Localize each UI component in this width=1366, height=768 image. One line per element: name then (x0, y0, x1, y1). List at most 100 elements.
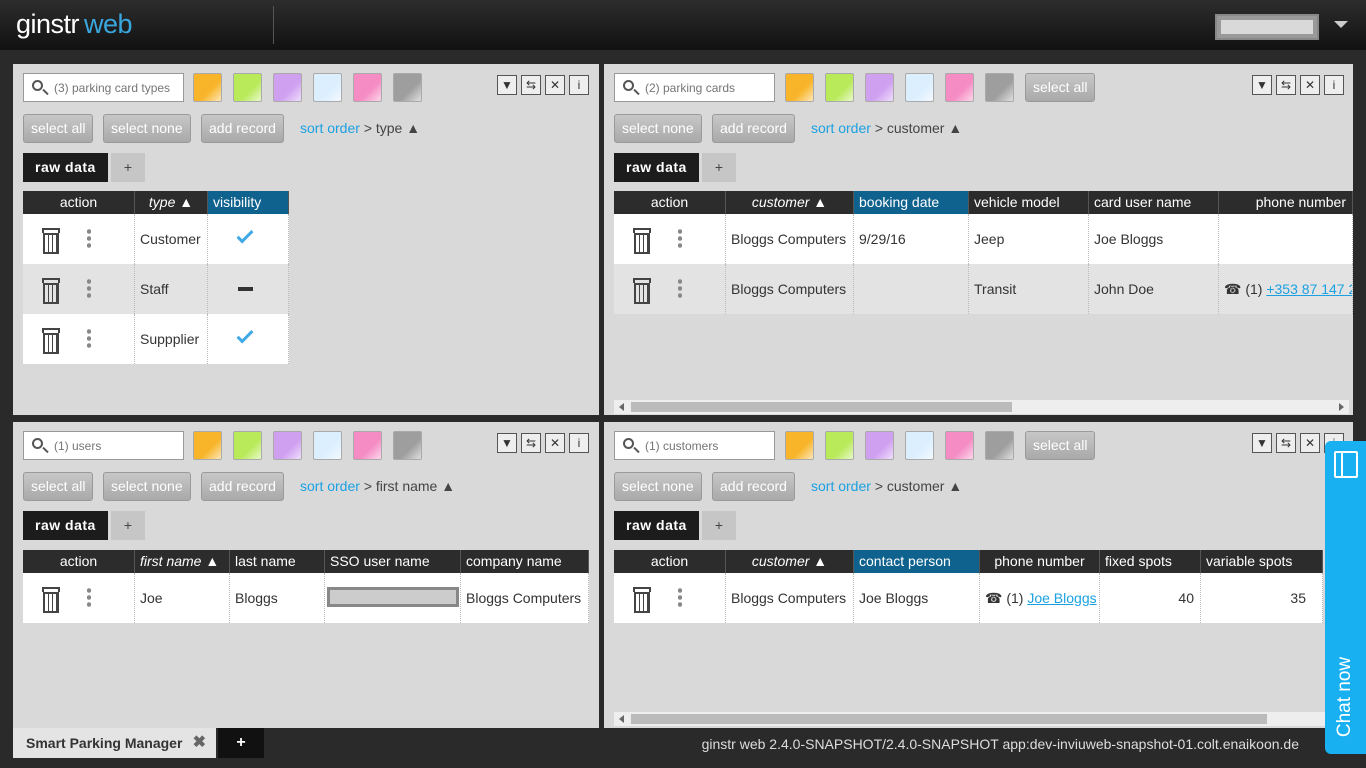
column-header-last-name[interactable]: last name (230, 550, 325, 573)
filter-icon[interactable]: ▼ (1252, 75, 1272, 95)
select-all-button[interactable]: select all (23, 114, 94, 143)
add-tab-button[interactable]: + (702, 153, 736, 182)
scroll-thumb[interactable] (631, 714, 1267, 724)
search-field[interactable] (614, 431, 775, 460)
filter-icon[interactable]: ▼ (497, 433, 517, 453)
column-header-customer[interactable]: customer ▲ (726, 550, 854, 573)
table-row[interactable] (23, 214, 135, 264)
horizontal-scrollbar[interactable] (614, 400, 1349, 414)
color-filter-gray[interactable] (985, 73, 1014, 102)
search-field[interactable] (23, 73, 184, 102)
close-icon[interactable]: ✕ (545, 433, 565, 453)
app-logo[interactable]: ginstr web (16, 9, 133, 40)
add-tab-button[interactable]: + (111, 153, 145, 182)
close-icon[interactable]: ✕ (1300, 433, 1320, 453)
color-filter-lightblue[interactable] (313, 73, 342, 102)
column-header-vehicle-model[interactable]: vehicle model (969, 191, 1089, 214)
color-filter-purple[interactable] (865, 73, 894, 102)
trash-icon[interactable] (41, 278, 60, 304)
table-row[interactable] (23, 573, 135, 623)
trash-icon[interactable] (632, 228, 651, 254)
trash-icon[interactable] (632, 278, 651, 304)
sort-order-link[interactable]: sort order (811, 478, 871, 494)
scroll-left-icon[interactable] (619, 403, 624, 411)
add-tab-button[interactable]: + (702, 511, 736, 540)
swap-icon[interactable]: ⇆ (521, 433, 541, 453)
color-filter-lightblue[interactable] (313, 431, 342, 460)
info-icon[interactable]: i (569, 433, 589, 453)
swap-icon[interactable]: ⇆ (1276, 433, 1296, 453)
column-header-phone-number[interactable]: phone number (1219, 191, 1353, 214)
app-tab[interactable]: Smart Parking Manager ✖ (13, 728, 216, 758)
color-filter-pink[interactable] (945, 431, 974, 460)
trash-icon[interactable] (41, 228, 60, 254)
add-record-button[interactable]: add record (712, 472, 795, 501)
add-record-button[interactable]: add record (712, 114, 795, 143)
color-filter-gray[interactable] (985, 431, 1014, 460)
search-input[interactable] (645, 437, 770, 455)
user-menu[interactable] (1215, 14, 1319, 40)
column-header-action[interactable]: action (614, 550, 726, 573)
filter-icon[interactable]: ▼ (1252, 433, 1272, 453)
color-filter-pink[interactable] (353, 73, 382, 102)
tab-raw-data[interactable]: raw data (23, 153, 108, 182)
color-filter-gray[interactable] (393, 73, 422, 102)
column-header-contact-person[interactable]: contact person (854, 550, 980, 573)
more-options-icon[interactable] (87, 278, 91, 298)
more-options-icon[interactable] (87, 587, 91, 607)
color-filter-orange[interactable] (193, 73, 222, 102)
column-header-type[interactable]: type ▲ (135, 191, 208, 214)
select-none-button[interactable]: select none (614, 472, 702, 501)
color-filter-pink[interactable] (945, 73, 974, 102)
add-tab-button[interactable]: + (111, 511, 145, 540)
color-filter-green[interactable] (825, 73, 854, 102)
color-filter-green[interactable] (233, 73, 262, 102)
select-none-button[interactable]: select none (103, 472, 191, 501)
color-filter-orange[interactable] (193, 431, 222, 460)
add-app-tab-button[interactable]: + (218, 728, 264, 758)
tab-raw-data[interactable]: raw data (23, 511, 108, 540)
color-filter-orange[interactable] (785, 73, 814, 102)
scroll-right-icon[interactable] (1339, 403, 1344, 411)
phone-link[interactable]: Joe Bloggs (1027, 590, 1096, 606)
table-row[interactable] (23, 314, 135, 364)
chevron-down-icon[interactable] (1334, 21, 1348, 28)
column-header-visibility[interactable]: visibility (208, 191, 289, 214)
trash-icon[interactable] (41, 587, 60, 613)
chat-widget[interactable]: Chat now (1325, 441, 1366, 754)
column-header-customer[interactable]: customer ▲ (726, 191, 854, 214)
column-header-action[interactable]: action (23, 191, 135, 214)
column-header-card-user-name[interactable]: card user name (1089, 191, 1219, 214)
column-header-fixed-spots[interactable]: fixed spots (1100, 550, 1201, 573)
more-options-icon[interactable] (678, 587, 682, 607)
more-options-icon[interactable] (678, 278, 682, 298)
color-filter-lightblue[interactable] (905, 431, 934, 460)
color-filter-lightblue[interactable] (905, 73, 934, 102)
table-row[interactable] (614, 264, 726, 314)
column-header-variable-spots[interactable]: variable spots (1201, 550, 1323, 573)
tab-raw-data[interactable]: raw data (614, 153, 699, 182)
scroll-thumb[interactable] (631, 402, 1012, 412)
select-all-button[interactable]: select all (1025, 73, 1096, 102)
swap-icon[interactable]: ⇆ (521, 75, 541, 95)
tab-raw-data[interactable]: raw data (614, 511, 699, 540)
color-filter-pink[interactable] (353, 431, 382, 460)
column-header-action[interactable]: action (23, 550, 135, 573)
sort-order-link[interactable]: sort order (811, 120, 871, 136)
info-icon[interactable]: i (1324, 75, 1344, 95)
column-header-company-name[interactable]: company name (461, 550, 589, 573)
search-input[interactable] (54, 437, 179, 455)
search-field[interactable] (614, 73, 775, 102)
table-row[interactable] (23, 264, 135, 314)
trash-icon[interactable] (632, 587, 651, 613)
more-options-icon[interactable] (87, 328, 91, 348)
add-record-button[interactable]: add record (201, 472, 284, 501)
select-all-button[interactable]: select all (23, 472, 94, 501)
color-filter-purple[interactable] (273, 431, 302, 460)
select-none-button[interactable]: select none (614, 114, 702, 143)
more-options-icon[interactable] (87, 228, 91, 248)
table-row[interactable] (614, 573, 726, 623)
scroll-left-icon[interactable] (619, 715, 624, 723)
column-header-phone-number[interactable]: phone number (980, 550, 1100, 573)
sort-order-link[interactable]: sort order (300, 478, 360, 494)
